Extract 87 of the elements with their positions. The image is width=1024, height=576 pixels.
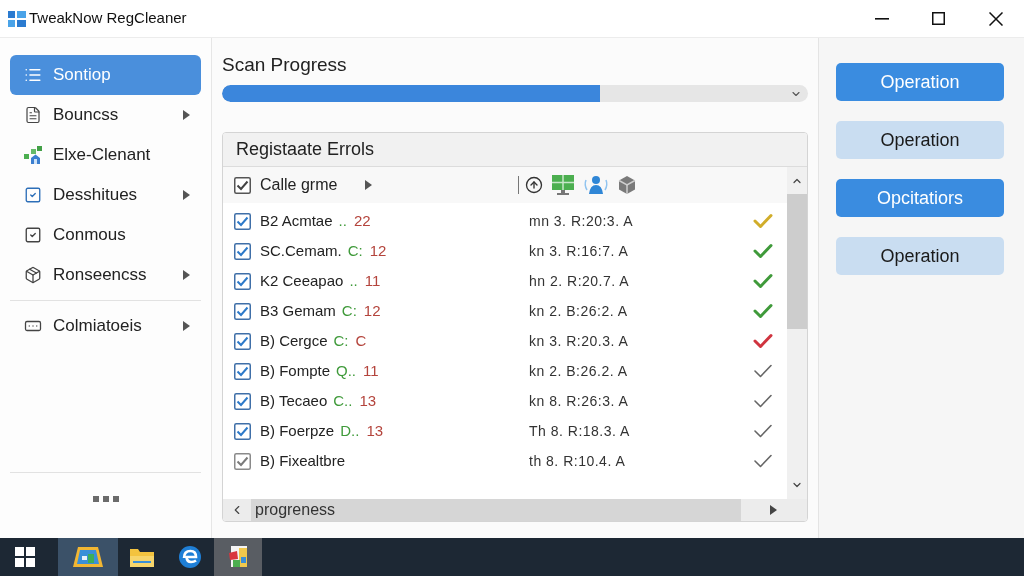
error-timestamp: kn 2. B:26:2. A bbox=[529, 301, 628, 321]
minimize-icon bbox=[874, 17, 889, 20]
error-timestamp: kn 3. R:16:7. A bbox=[529, 241, 629, 261]
error-location: .. bbox=[349, 270, 358, 291]
scroll-label: progreness bbox=[255, 500, 336, 520]
error-name: B) Fixealtbre bbox=[260, 450, 346, 471]
error-location: C: bbox=[333, 330, 349, 351]
sidebar-item[interactable]: Bouncss bbox=[10, 95, 201, 135]
sidebar-item[interactable]: Ronseencss bbox=[10, 255, 201, 295]
scrollbar-thumb[interactable]: progreness bbox=[251, 499, 741, 521]
error-location: D.. bbox=[340, 420, 360, 441]
user-icon[interactable] bbox=[583, 174, 610, 196]
document-icon bbox=[24, 106, 42, 124]
error-count: 11 bbox=[363, 360, 379, 381]
group-label: Calle grme bbox=[260, 175, 338, 195]
upload-icon[interactable] bbox=[525, 176, 544, 194]
checkbox[interactable] bbox=[234, 392, 251, 410]
error-timestamp: th 8. R:10.4. A bbox=[529, 451, 626, 471]
scrollbar-thumb[interactable] bbox=[787, 194, 807, 329]
checkbox-icon bbox=[24, 186, 42, 204]
document-app-icon bbox=[227, 545, 249, 569]
error-name: SC.Cemam. bbox=[260, 240, 342, 261]
error-count: 12 bbox=[369, 240, 387, 261]
grid-monitor-icon[interactable] bbox=[551, 175, 576, 195]
checkbox[interactable] bbox=[234, 272, 251, 290]
error-name: B) Fompte bbox=[260, 360, 331, 381]
error-name: K2 Ceeapao bbox=[260, 270, 344, 291]
error-count: 12 bbox=[363, 300, 381, 321]
scan-title: Scan Progress bbox=[222, 53, 348, 77]
expand-icon bbox=[365, 180, 373, 190]
taskbar-button[interactable] bbox=[214, 538, 262, 576]
checkbox-icon bbox=[24, 226, 42, 244]
folder-icon bbox=[129, 546, 155, 568]
error-name: B2 Acmtae bbox=[260, 210, 333, 231]
error-timestamp: kn 2. B:26.2. A bbox=[529, 361, 628, 381]
error-name: B) Foerpze bbox=[260, 420, 335, 441]
scroll-right-icon bbox=[770, 505, 777, 515]
checkbox[interactable] bbox=[234, 212, 251, 230]
operation-button[interactable]: Operation bbox=[836, 121, 1004, 159]
error-timestamp: kn 3. R:20.3. A bbox=[529, 331, 629, 351]
error-timestamp: Th 8. R:18.3. A bbox=[529, 421, 630, 441]
close-icon bbox=[988, 11, 1003, 26]
error-location: Q.. bbox=[336, 360, 357, 381]
checkbox[interactable] bbox=[234, 242, 251, 260]
more-icon[interactable] bbox=[92, 496, 119, 502]
operation-button[interactable]: Operation bbox=[836, 237, 1004, 275]
chevron-icon bbox=[183, 190, 190, 200]
checkbox[interactable] bbox=[234, 362, 251, 380]
operation-button[interactable]: Opcitatiors bbox=[836, 179, 1004, 217]
checkbox[interactable] bbox=[234, 422, 251, 440]
sidebar-item[interactable]: Desshitues bbox=[10, 175, 201, 215]
maximize-icon bbox=[932, 12, 945, 25]
panel-title: Registaate Errols bbox=[236, 138, 375, 161]
app-logo-icon bbox=[8, 10, 26, 27]
error-timestamp: mn 3. R:20:3. A bbox=[529, 211, 633, 231]
cube-icon[interactable] bbox=[617, 175, 638, 195]
chevron-icon bbox=[183, 110, 190, 120]
box-icon bbox=[24, 266, 42, 284]
list-icon bbox=[24, 66, 42, 84]
chevron-icon bbox=[183, 270, 190, 280]
error-timestamp: kn 8. R:26:3. A bbox=[529, 391, 629, 411]
operation-button[interactable]: Operation bbox=[836, 63, 1004, 101]
app-icon bbox=[72, 545, 104, 569]
error-name: B) Cergce bbox=[260, 330, 328, 351]
checkbox[interactable] bbox=[234, 176, 251, 194]
error-count: 13 bbox=[359, 390, 377, 411]
windows-logo-icon bbox=[15, 547, 35, 567]
window-title: TweakNow RegCleaner bbox=[29, 8, 187, 29]
chevron-icon bbox=[183, 321, 190, 331]
browser-icon bbox=[178, 545, 202, 569]
error-count: C bbox=[355, 330, 367, 351]
error-location: C.. bbox=[333, 390, 353, 411]
blocks-icon bbox=[24, 146, 42, 164]
error-location: C: bbox=[347, 240, 363, 261]
error-location: C: bbox=[341, 300, 357, 321]
error-count: 11 bbox=[364, 270, 381, 291]
sidebar-item[interactable]: Colmiatoeis bbox=[10, 306, 201, 346]
sidebar-item[interactable]: Conmous bbox=[10, 215, 201, 255]
error-count: 22 bbox=[353, 210, 371, 231]
sidebar-item[interactable]: Elxe-Clenant bbox=[10, 135, 201, 175]
error-timestamp: hn 2. R:20.7. A bbox=[529, 271, 630, 291]
checkbox[interactable] bbox=[234, 302, 251, 320]
checkbox[interactable] bbox=[234, 332, 251, 350]
error-name: B) Tecaeo bbox=[260, 390, 328, 411]
error-count: 13 bbox=[366, 420, 384, 441]
error-location: .. bbox=[338, 210, 347, 231]
error-name: B3 Gemam bbox=[260, 300, 336, 321]
